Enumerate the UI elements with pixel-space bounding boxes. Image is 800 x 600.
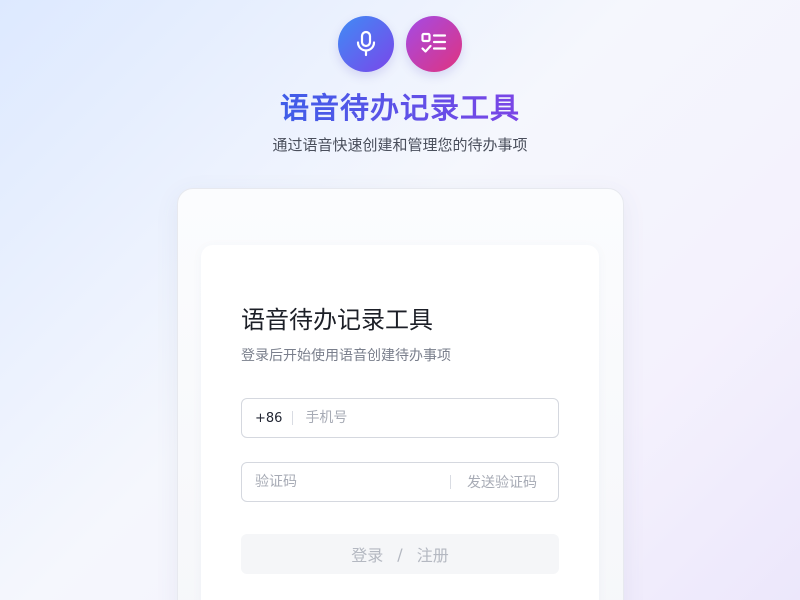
page-subtitle: 通过语音快速创建和管理您的待办事项 [272,136,528,154]
send-code-button[interactable]: 发送验证码 [467,472,537,492]
code-divider [450,475,451,489]
phone-input[interactable] [305,400,546,436]
country-code-prefix[interactable]: +86 [255,411,282,426]
register-label: 注册 [416,546,449,565]
checklist-icon [406,16,462,72]
code-field: 发送验证码 [241,462,559,502]
microphone-icon [338,16,394,72]
prefix-divider [292,411,294,425]
page-title-text: 语音待办记录工具 [279,91,520,125]
verification-code-input[interactable] [255,464,445,500]
hero-icons [0,16,800,72]
form-title: 语音待办记录工具 [241,306,433,334]
login-register-button[interactable]: 登录 / 注册 [241,534,559,574]
phone-field: +86 [241,398,559,438]
page-title: 语音待办记录工具 [0,88,800,128]
form-subtitle: 登录后开始使用语音创建待办事项 [241,348,451,364]
login-register-separator: / [397,544,403,564]
login-label: 登录 [351,546,384,565]
